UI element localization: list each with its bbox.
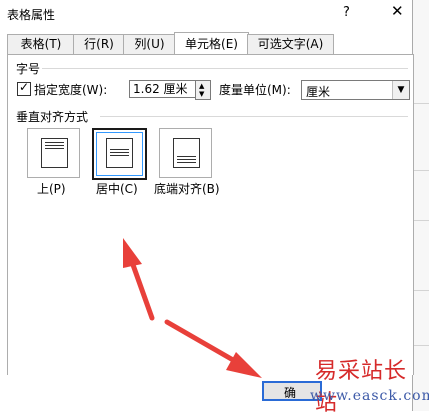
annotation-arrows [123, 238, 262, 378]
annotation-arrow-down [164, 319, 262, 378]
watermark-url: www.easck.com [310, 388, 429, 404]
annotation-arrow-up [123, 238, 155, 321]
watermark-text: 易采站长站 [315, 359, 408, 416]
